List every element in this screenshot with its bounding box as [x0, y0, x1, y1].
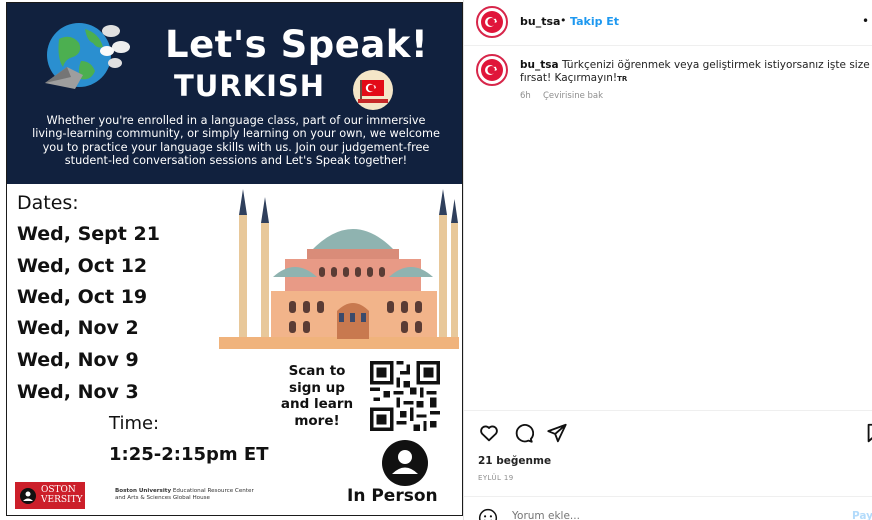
- post-author-username[interactable]: bu_tsa: [520, 15, 560, 28]
- more-icon[interactable]: •: [862, 14, 869, 28]
- follow-button[interactable]: Takip Et: [570, 15, 619, 28]
- turkish-flag-icon: [353, 70, 393, 110]
- comment-input[interactable]: [512, 510, 812, 520]
- comment-icon[interactable]: [512, 422, 534, 444]
- time-value: 1:25-2:15pm ET: [109, 444, 269, 465]
- qr-code[interactable]: [367, 361, 443, 431]
- date-item: Wed, Nov 3: [17, 381, 139, 403]
- center-name: Boston University: [115, 488, 172, 494]
- resource-center-credit: Boston University Educational Resource C…: [115, 488, 295, 502]
- hagia-sophia-illustration: [219, 189, 459, 349]
- event-format: In Person: [347, 486, 438, 506]
- pane-divider: [463, 0, 464, 520]
- avatar[interactable]: [476, 54, 508, 86]
- separator-dot: •: [560, 14, 567, 27]
- profile-logo-icon: [485, 65, 497, 75]
- heart-icon[interactable]: [478, 422, 500, 444]
- date-item: Wed, Sept 21: [17, 223, 160, 245]
- post-date: EYLÜL 19: [478, 474, 514, 482]
- post-age: 6h: [520, 91, 531, 101]
- center-line-1: Educational Resource Center: [172, 488, 254, 494]
- center-line-2: and Arts & Sciences Global House: [115, 495, 210, 501]
- header-divider: [464, 45, 872, 46]
- date-item: Wed, Nov 2: [17, 317, 139, 339]
- post-image[interactable]: Let's Speak! TURKISH Whether you're enro…: [6, 2, 463, 516]
- instagram-post-view: Let's Speak! TURKISH Whether you're enro…: [0, 0, 872, 520]
- emoji-icon[interactable]: [478, 508, 498, 520]
- boston-university-logo: OSTON VERSITY: [15, 482, 85, 509]
- university-seal-icon: [20, 488, 36, 504]
- likes-count[interactable]: 21 beğenme: [478, 455, 551, 467]
- poster-subtitle: TURKISH: [174, 69, 326, 103]
- globe-icon: [45, 23, 130, 89]
- date-item: Wed, Nov 9: [17, 349, 139, 371]
- bookmark-icon[interactable]: [864, 422, 872, 444]
- scan-instructions: Scan to sign up and learn more!: [280, 363, 354, 429]
- time-label: Time:: [109, 413, 160, 434]
- post-comment-button[interactable]: Paylaş: [852, 510, 872, 520]
- date-item: Wed, Oct 19: [17, 286, 148, 308]
- caption-username[interactable]: bu_tsa: [520, 59, 559, 71]
- poster-title: Let's Speak!: [165, 23, 429, 66]
- poster-header: Let's Speak! TURKISH Whether you're enro…: [7, 3, 462, 184]
- logo-line-1: OSTON: [41, 485, 76, 495]
- profile-logo-icon: [485, 17, 497, 27]
- share-icon[interactable]: [546, 422, 568, 444]
- comment-divider: [464, 496, 872, 497]
- person-icon: [382, 440, 428, 486]
- logo-line-2: VERSITY: [41, 495, 83, 505]
- poster-description: Whether you're enrolled in a language cl…: [32, 114, 440, 168]
- dates-label: Dates:: [17, 192, 79, 214]
- see-translation-link[interactable]: Çevirisine bak: [543, 91, 603, 101]
- post-caption: bu_tsa Türkçenizi öğrenmek veya geliştir…: [520, 59, 870, 86]
- avatar[interactable]: [476, 6, 508, 38]
- date-item: Wed, Oct 12: [17, 255, 148, 277]
- tr-flag-emoji: TR: [617, 75, 628, 83]
- caption-text: Türkçenizi öğrenmek veya geliştirmek ist…: [520, 59, 870, 84]
- actions-divider: [464, 410, 872, 411]
